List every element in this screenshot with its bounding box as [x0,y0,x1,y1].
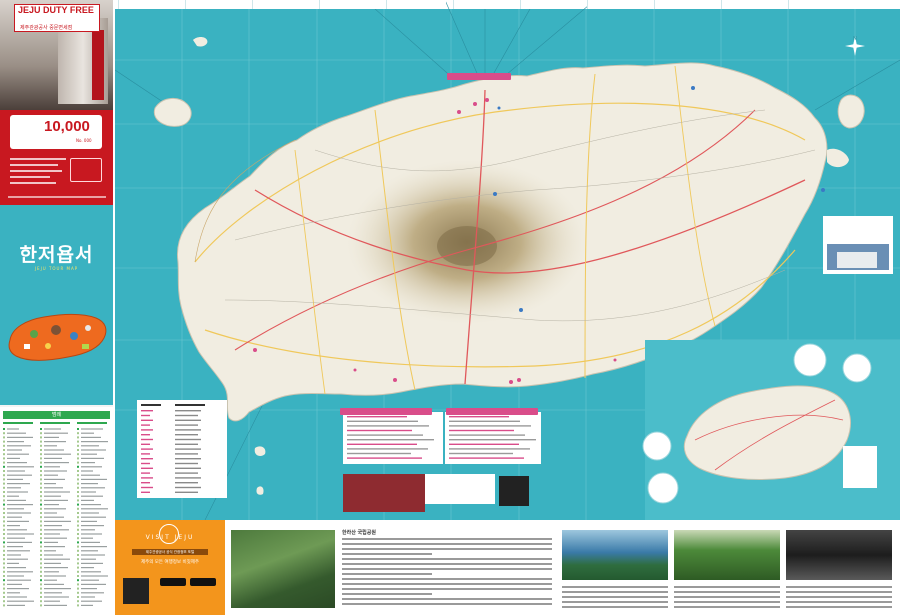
marado-island [256,486,264,495]
text-line [342,558,552,560]
compass-north-icon: N [845,36,865,56]
text-line [342,568,552,570]
svg-text:N: N [853,36,857,42]
inset-circle-photo [842,353,872,383]
text-line [342,553,432,555]
text-line [342,538,552,540]
text-line [786,601,892,603]
text-line [786,591,892,593]
grid-column-tab [319,0,379,9]
jeju-shop-photo [343,474,425,512]
coupon-footer [8,196,106,198]
hallasan-aerial-photo [231,530,335,608]
text-line [562,596,668,598]
text-line [674,596,780,598]
duty-free-subtitle: 제주관광공사 중문면세점 [20,25,73,31]
south-area-label [446,408,538,415]
text-line [342,593,432,595]
seongsan-photo [562,530,668,580]
text-line [786,586,892,588]
grid-column-tab [386,0,446,9]
text-line [562,586,668,588]
building-photo-structure [837,252,877,268]
text-line [342,563,552,565]
text-line [674,586,780,588]
tour-map-sheet: JEJU DUTY FREE 제주관광공사 중문면세점 10,000 No. 0… [0,0,900,615]
text-line [674,601,780,603]
inset-circle-photo [793,343,827,377]
text-line [562,601,668,603]
text-line [342,603,552,605]
grid-column-tab [520,0,580,9]
inset-circle-photo [642,431,672,461]
coupon-terms [10,158,66,188]
inset-legend [843,446,877,488]
illustrated-island-icon [8,314,107,361]
grid-column-tab [118,0,178,9]
visit-jeju-qr-code[interactable] [123,578,149,604]
grid-column-tab [721,0,781,9]
place-index-list [3,422,108,607]
lava-cave-photo [786,530,892,580]
grid-column-tab [453,0,513,9]
udo-island [837,94,865,129]
text-line [342,573,432,575]
grid-column-tab [587,0,647,9]
biyangdo-island [153,98,192,127]
route-info-box [445,412,541,464]
inset-circle-photo [647,472,679,504]
text-line [342,548,552,550]
duty-free-building-sign [92,30,104,100]
map-title: 한저욥서 [19,245,94,266]
text-line [786,606,892,608]
text-line [674,591,780,593]
duty-free-logo: JEJU DUTY FREE [18,5,94,15]
text-line [342,598,552,600]
forest-photo [674,530,780,580]
visit-jeju-description: 제주의 모든 여행정보 비짓제주 [140,560,200,565]
map-qr-code[interactable] [499,476,529,506]
text-line [562,606,668,608]
visit-jeju-tagline: 제주관광공사 공식 관광정보 포털 [132,549,208,555]
visit-jeju-title: VISIT JEJU [145,534,195,541]
text-line [674,606,780,608]
north-area-label [447,73,511,80]
text-line [342,578,552,580]
google-play-badge[interactable] [160,578,186,586]
text-line [562,591,668,593]
cover-panel [0,205,113,405]
index-heading: 범례 [3,411,110,419]
trail-section-title: 한라산 국립공원 [342,530,376,536]
grid-column-tab [788,0,848,9]
map-subtitle: JEJU TOUR MAP [34,266,79,271]
app-store-badge[interactable] [190,578,216,586]
coupon-stamp [70,158,102,182]
grid-column-tab [654,0,714,9]
hallasan-summit [437,226,497,266]
coupon-number: No. 000 [76,138,92,143]
text-line [786,596,892,598]
grid-column-tab [252,0,312,9]
text-line [342,543,552,545]
route-info-box [343,412,443,464]
text-line [342,588,552,590]
south-area-label [340,408,432,415]
grid-column-tab [185,0,245,9]
text-line [342,583,552,585]
qr-caption-box [425,474,495,504]
coupon-amount: 10,000 [44,118,90,135]
